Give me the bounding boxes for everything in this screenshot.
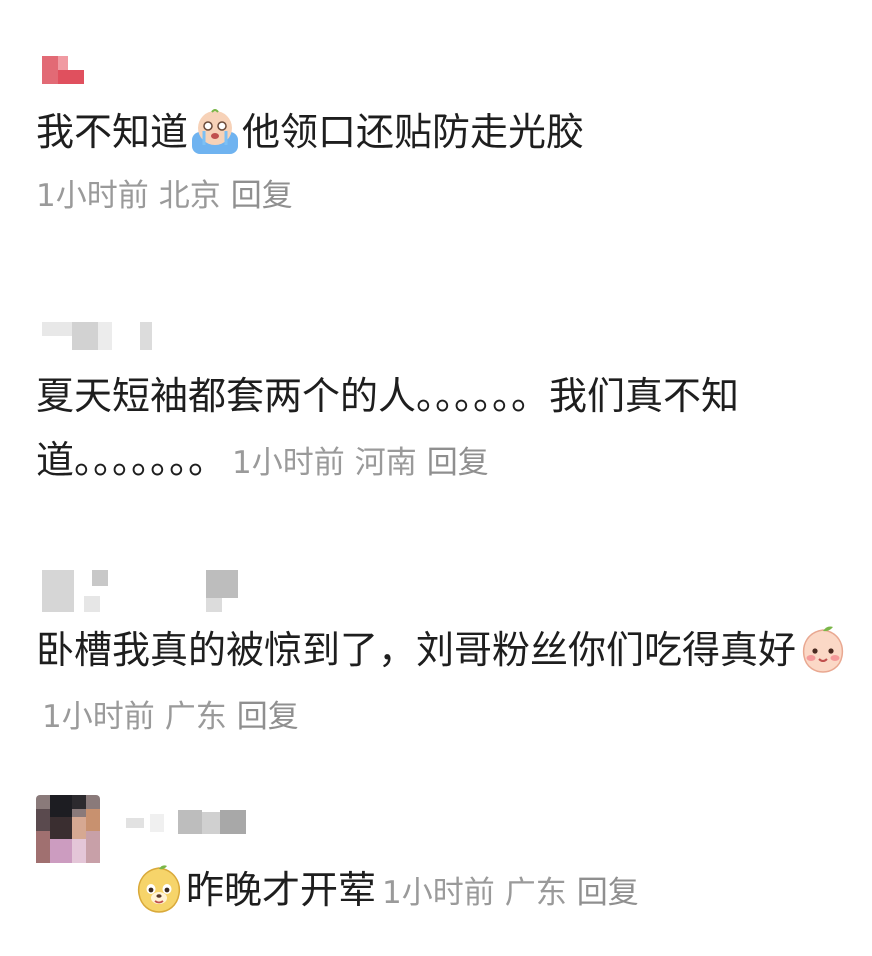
comment-meta: 1小时前 广东 回复 — [42, 699, 299, 735]
reply-button[interactable]: 回复 — [427, 445, 489, 481]
comment-text: 昨晚才开荤 1小时前 广东 回复 — [132, 858, 852, 925]
comment-location: 北京 — [158, 178, 221, 214]
reply-button[interactable]: 回复 — [237, 699, 299, 735]
comment-item: 我不知道 他领口还贴防走光胶 1小时前 北京 回复 — [36, 54, 852, 215]
username-pixelated[interactable] — [36, 318, 852, 354]
comment-item: 昨晚才开荤 1小时前 广东 回复 — [132, 858, 852, 925]
comment-meta: 1小时前 北京 回复 — [36, 170, 852, 215]
comment-meta: 1小时前 广东 回复 — [382, 875, 639, 911]
avatar[interactable] — [36, 795, 100, 863]
crying-emoji-icon — [192, 108, 239, 154]
username-pixelated[interactable] — [36, 570, 852, 614]
dog-emoji-icon — [137, 864, 181, 913]
comment-time: 1小时前 — [382, 875, 495, 911]
comment-time: 1小时前 — [232, 445, 345, 481]
comment-item: 夏天短袖都套两个的人。。。。。。我们真不知道。。。。。。。 1小时前 河南 回复 — [36, 318, 852, 495]
comment-location: 河南 — [354, 445, 417, 481]
reply-button[interactable]: 回复 — [577, 875, 639, 911]
comment-text: 卧槽我真的被惊到了，刘哥粉丝你们吃得真好 1小时前 广东 回复 — [36, 618, 852, 749]
comment-location: 广东 — [504, 875, 567, 911]
username-pixelated[interactable] — [126, 810, 256, 836]
reply-button[interactable]: 回复 — [231, 178, 293, 214]
comment-text: 夏天短袖都套两个的人。。。。。。我们真不知道。。。。。。。 1小时前 河南 回复 — [36, 374, 740, 482]
username-pixelated[interactable] — [36, 54, 852, 90]
comment-meta: 1小时前 河南 回复 — [232, 445, 489, 481]
comment-location: 广东 — [164, 699, 227, 735]
comment-time: 1小时前 — [42, 699, 155, 735]
comment-item: 卧槽我真的被惊到了，刘哥粉丝你们吃得真好 1小时前 广东 回复 — [36, 570, 852, 749]
comment-time: 1小时前 — [36, 178, 149, 214]
comment-text: 我不知道 他领口还贴防走光胶 — [36, 100, 852, 164]
shy-peach-emoji-icon — [802, 626, 844, 673]
